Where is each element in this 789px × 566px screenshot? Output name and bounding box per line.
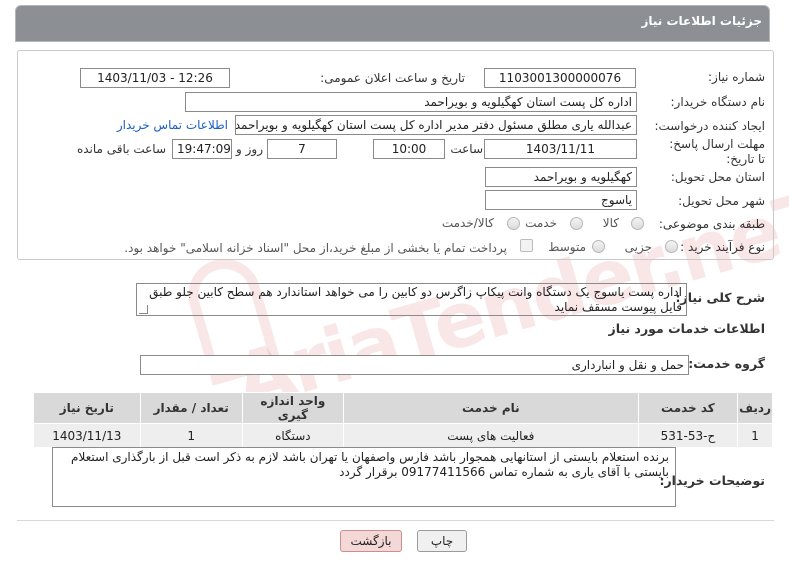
items-table-wrapper: ردیف کد خدمت نام خدمت واحد اندازه گیری ت… (33, 392, 773, 448)
treasury-payment-checkbox[interactable] (520, 239, 533, 252)
overall-desc-textarea[interactable]: اداره پست یاسوج یک دستگاه وانت پیکاپ زاگ… (136, 283, 687, 316)
page-title: جزئیات اطلاعات نیاز (641, 14, 762, 28)
days-field[interactable]: 7 (267, 139, 337, 159)
category-goods-radio[interactable] (631, 217, 644, 230)
service-group-label: گروه خدمت: (688, 356, 765, 371)
announce-datetime-field[interactable]: 1403/11/03 - 12:26 (80, 68, 230, 88)
deadline-date-field[interactable]: 1403/11/11 (484, 139, 637, 159)
buyer-notes-textarea[interactable]: برنده استعلام بایستی از استانهایی همجوار… (52, 447, 676, 507)
delivery-city-field[interactable]: یاسوج (485, 190, 637, 210)
cell-service-code: ح-53-531 (637, 423, 739, 448)
category-goods-service-label: کالا/خدمت (441, 216, 494, 230)
deadline-time-field[interactable]: 10:00 (373, 139, 445, 159)
items-table: ردیف کد خدمت نام خدمت واحد اندازه گیری ت… (33, 392, 773, 448)
cell-row-number: 1 (737, 423, 773, 448)
need-number-label: شماره نیاز: (708, 70, 765, 84)
purchase-minor-radio[interactable] (665, 240, 678, 253)
services-info-heading: اطلاعات خدمات مورد نیاز (608, 321, 766, 336)
cell-quantity: 1 (139, 423, 243, 448)
buyer-org-field[interactable]: اداره کل پست استان کهگیلویه و بویراحمد (185, 92, 637, 112)
cell-need-date: 1403/11/13 (33, 423, 141, 448)
resize-handle-icon[interactable] (139, 305, 148, 314)
col-header-need-date: تاریخ نیاز (33, 392, 141, 424)
back-button[interactable]: بازگشت (340, 530, 402, 552)
category-goods-service-radio[interactable] (507, 217, 520, 230)
purchase-type-label: نوع فرآیند خرید : (680, 240, 765, 254)
delivery-province-field[interactable]: کهگیلویه و بویراحمد (485, 167, 637, 187)
buyer-notes-text: برنده استعلام بایستی از استانهایی همجوار… (71, 450, 669, 479)
buyer-contact-link[interactable]: اطلاعات تماس خریدار (117, 118, 228, 132)
deadline-label: مهلت ارسال پاسخ: تا تاریخ: (669, 137, 765, 166)
delivery-province-label: استان محل تحویل: (670, 170, 765, 184)
remaining-label: ساعت باقی مانده (76, 142, 166, 156)
category-label: طبقه بندی موضوعی: (658, 217, 765, 231)
buyer-org-label: نام دستگاه خریدار: (670, 95, 766, 109)
col-header-row-number: ردیف (737, 392, 773, 424)
remaining-time-field[interactable]: 19:47:09 (172, 139, 232, 159)
treasury-payment-note: پرداخت تمام یا بخشی از مبلغ خرید،از محل … (124, 241, 507, 255)
purchase-medium-radio[interactable] (592, 240, 605, 253)
overall-desc-label: شرح کلی نیاز: (675, 290, 765, 305)
requester-label: ایجاد کننده درخواست: (654, 119, 765, 133)
divider (17, 520, 774, 521)
deadline-time-label: ساعت (450, 142, 483, 156)
category-service-label: خدمت (525, 216, 557, 230)
purchase-medium-label: متوسط (548, 240, 586, 254)
need-number-field[interactable]: 1103001300000076 (484, 68, 636, 88)
purchase-minor-label: جزیی (624, 240, 652, 254)
print-button[interactable]: چاپ (417, 530, 467, 552)
col-header-unit: واحد اندازه گیری (241, 392, 344, 424)
col-header-service-code: کد خدمت (637, 392, 739, 424)
announce-datetime-label: تاریخ و ساعت اعلان عمومی: (320, 71, 465, 85)
days-label: روز و (236, 142, 263, 156)
category-goods-label: کالا (602, 216, 619, 230)
cell-unit: دستگاه (241, 423, 344, 448)
delivery-city-label: شهر محل تحویل: (678, 194, 765, 208)
col-header-service-name: نام خدمت (342, 392, 639, 424)
overall-desc-text: اداره پست یاسوج یک دستگاه وانت پیکاپ زاگ… (149, 285, 682, 314)
category-service-radio[interactable] (570, 217, 583, 230)
table-row: 1 ح-53-531 فعالیت های پست دستگاه 1 1403/… (33, 423, 773, 448)
service-group-field[interactable]: حمل و نقل و انبارداری (140, 355, 689, 375)
cell-service-name: فعالیت های پست (342, 423, 639, 448)
table-header-row: ردیف کد خدمت نام خدمت واحد اندازه گیری ت… (33, 392, 773, 424)
requester-field[interactable]: عبدالله یاری مطلق مسئول دفتر مدیر اداره … (235, 115, 637, 135)
col-header-quantity: تعداد / مقدار (139, 392, 243, 424)
